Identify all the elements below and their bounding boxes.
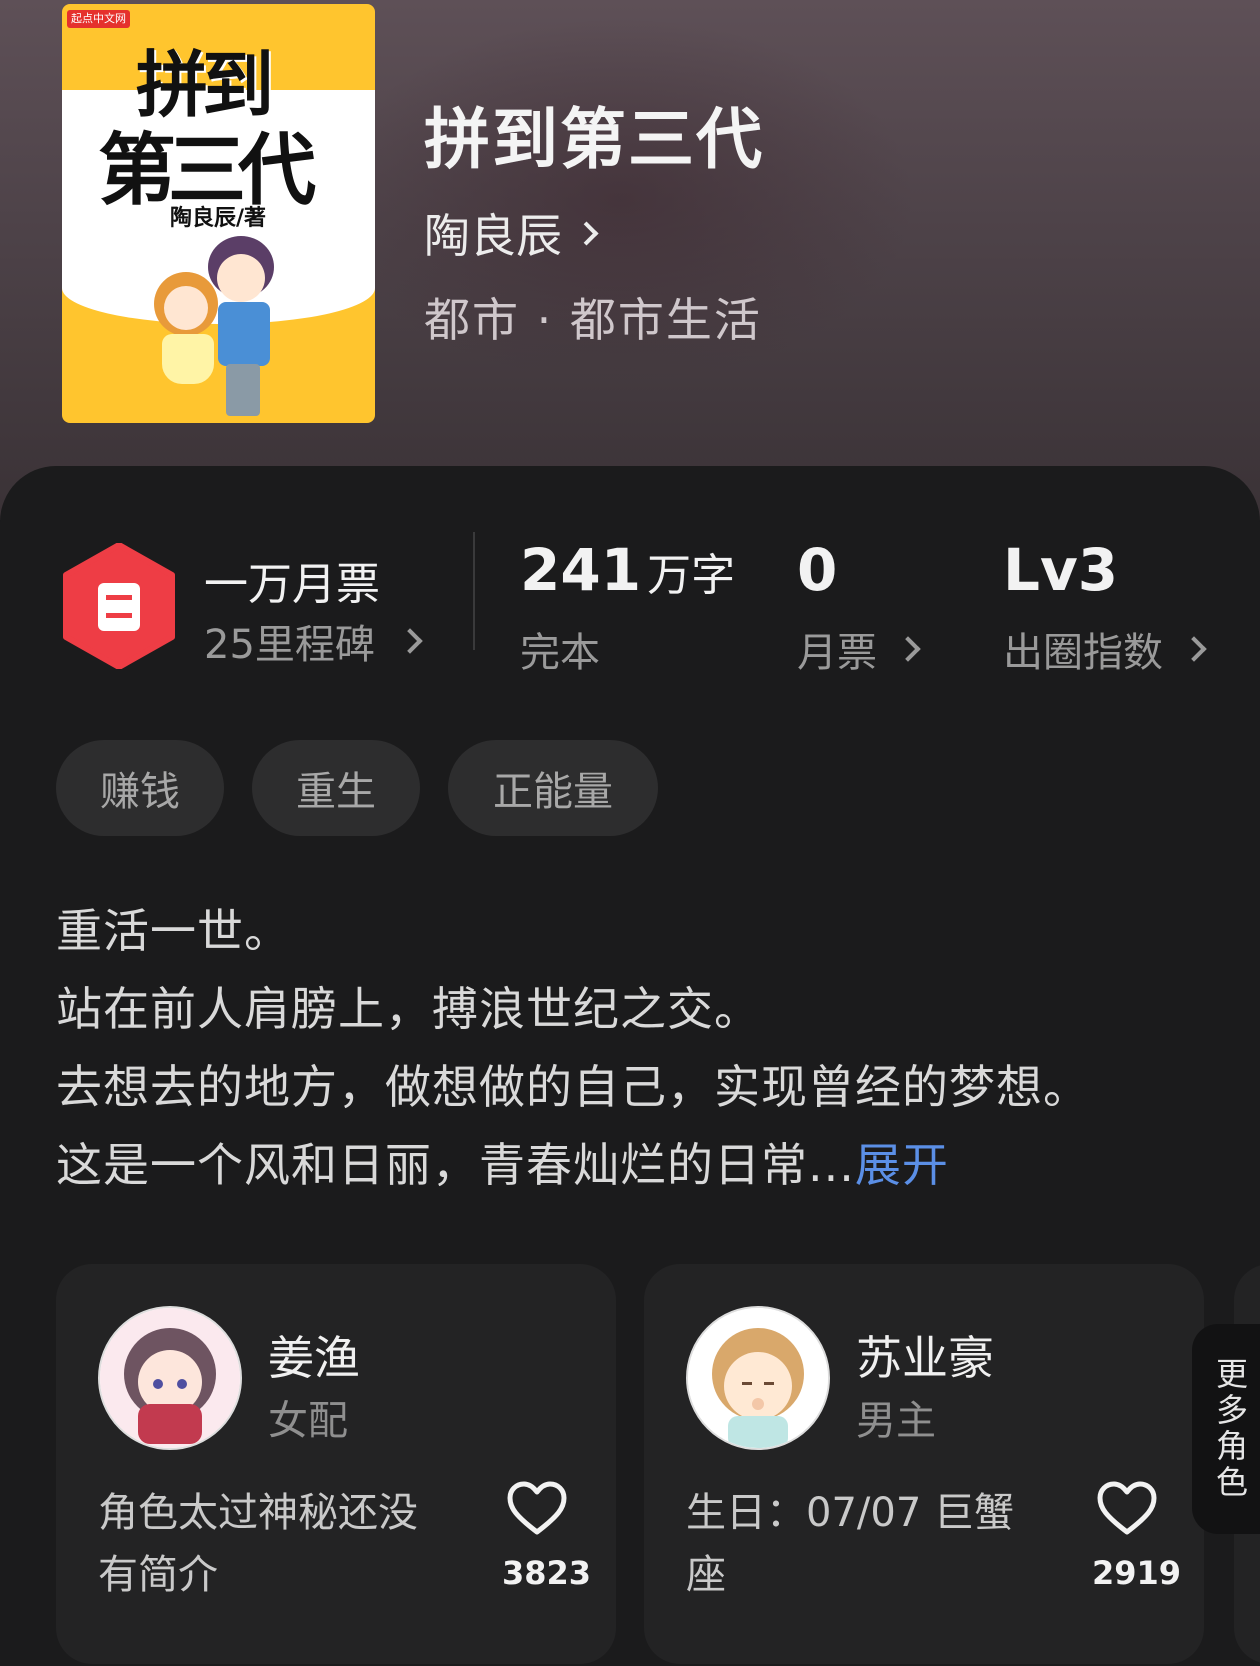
character-role: 女配 (268, 1398, 348, 1444)
word-count-unit: 万字 (647, 550, 736, 601)
author-name: 陶良辰 (424, 209, 562, 263)
like-count: 2919 (1092, 1554, 1182, 1592)
cover-boy-body (218, 302, 270, 366)
character-card[interactable]: 苏业豪 男主 生日：07/07 巨蟹座 2919 (644, 1264, 1204, 1664)
book-genre[interactable]: 都市 · 都市生活 (424, 284, 762, 350)
monthly-ticket-link[interactable]: 月票 (797, 620, 921, 678)
chevron-right-icon (397, 628, 423, 654)
more-roles-button[interactable]: 更多角色 (1192, 1324, 1260, 1534)
cover-girl-body (162, 334, 214, 384)
character-role: 男主 (856, 1398, 936, 1444)
cover-boy-legs (226, 364, 260, 416)
ticket-icon[interactable] (62, 543, 176, 669)
monthly-ticket-label: 月票 (797, 630, 877, 676)
character-name: 姜渔 (268, 1331, 360, 1385)
word-count-value: 241 (520, 536, 642, 604)
tag-chip[interactable]: 赚钱 (56, 740, 224, 836)
cover-girl-face (164, 286, 208, 330)
author-link[interactable]: 陶良辰 (424, 200, 599, 266)
tag-chip[interactable]: 重生 (252, 740, 420, 836)
chevron-right-icon (1181, 636, 1207, 662)
heart-outline-icon[interactable] (506, 1480, 568, 1538)
milestone-subtitle: 25里程碑 (204, 622, 375, 668)
milestone-link[interactable]: 25里程碑 (204, 612, 423, 670)
character-description: 角色太过神秘还没有简介 (98, 1490, 418, 1598)
description-line: 这是一个风和日丽，青春灿烂的日常... (56, 1138, 855, 1192)
more-roles-label: 更多角色 (1211, 1357, 1249, 1501)
circle-index-link[interactable]: 出圈指数 (1003, 620, 1207, 678)
like-count: 3823 (502, 1554, 592, 1592)
circle-index-value: Lv3 (1003, 536, 1119, 604)
word-count-stat: 241 万字 (520, 536, 735, 604)
character-description: 生日：07/07 巨蟹座 (686, 1490, 1014, 1598)
book-description[interactable]: 重活一世。 站在前人肩膀上，搏浪世纪之交。 去想去的地方，做想做的自己，实现曾经… (56, 892, 1216, 1204)
monthly-ticket-value: 0 (797, 536, 838, 604)
status-label: 完本 (520, 620, 600, 678)
circle-index-label: 出圈指数 (1003, 630, 1163, 676)
stats-divider (473, 532, 475, 650)
description-line: 站在前人肩膀上，搏浪世纪之交。 (56, 982, 761, 1036)
chevron-right-icon (574, 220, 599, 246)
description-last-line: 这是一个风和日丽，青春灿烂的日常...展开 (56, 1126, 1216, 1204)
character-name: 苏业豪 (856, 1331, 994, 1385)
book-title: 拼到第三代 (424, 100, 764, 178)
character-avatar (686, 1306, 830, 1450)
character-avatar-image (688, 1308, 828, 1448)
expand-button[interactable]: 展开 (855, 1138, 949, 1192)
character-card[interactable]: 姜渔 女配 角色太过神秘还没有简介 3823 (56, 1264, 616, 1664)
status-text: 完本 (520, 630, 600, 676)
description-line: 去想去的地方，做想做的自己，实现曾经的梦想。 (56, 1060, 1090, 1114)
heart-outline-icon[interactable] (1096, 1480, 1158, 1538)
cover-boy-face (217, 254, 265, 302)
cover-publisher-logo: 起点中文网 (67, 10, 130, 28)
description-line: 重活一世。 (56, 904, 291, 958)
character-avatar-image (100, 1308, 240, 1448)
tag-chip[interactable]: 正能量 (448, 740, 658, 836)
character-avatar (98, 1306, 242, 1450)
book-cover[interactable]: 起点中文网 拼到 第三代 陶良辰/著 (62, 4, 375, 423)
chevron-right-icon (895, 636, 921, 662)
cover-author-credit: 陶良辰/著 (170, 206, 267, 231)
milestone-title[interactable]: 一万月票 (204, 548, 380, 612)
